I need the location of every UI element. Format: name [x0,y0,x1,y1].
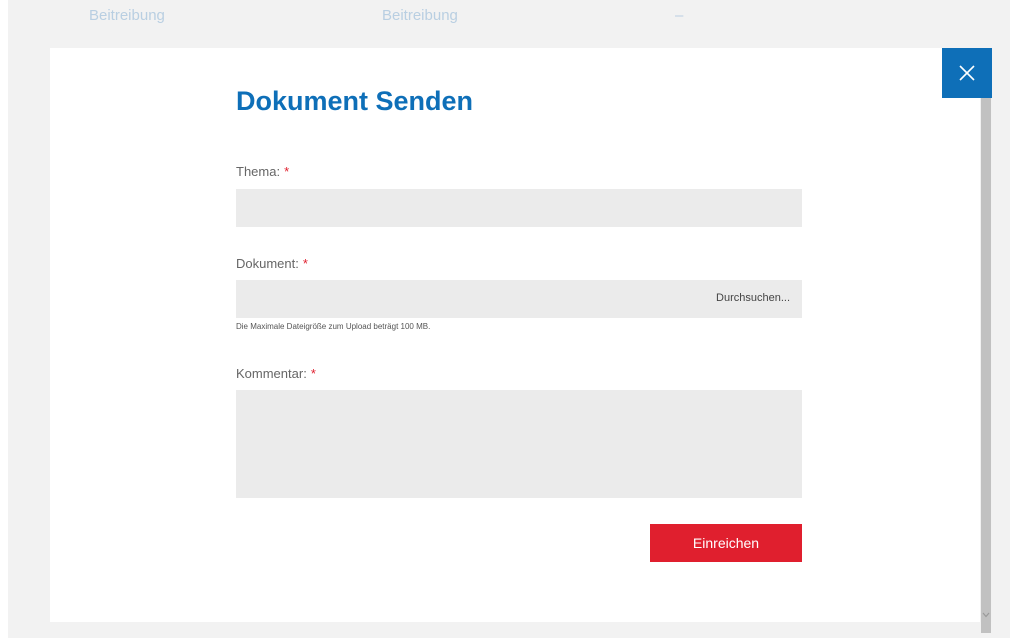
required-marker: * [302,256,308,271]
chevron-down-icon [982,612,990,618]
thema-input[interactable] [236,189,802,227]
kommentar-label-text: Kommentar: [236,366,307,381]
close-icon [959,65,975,81]
required-marker: * [284,164,290,179]
scroll-down-button[interactable] [980,608,992,622]
dialog-scrollbar[interactable] [980,98,992,633]
thema-label: Thema: * [236,164,289,179]
background-table-cell: – [675,7,684,24]
scrollbar-thumb[interactable] [981,98,991,633]
send-document-dialog: Dokument Senden Thema: * Dokument: * Durch… [50,48,992,633]
thema-label-text: Thema: [236,164,281,179]
submit-button[interactable]: Einreichen [650,524,802,562]
background-table-cell: Beitreibung [89,7,165,24]
background-table-cell: Beitreibung [382,7,458,24]
required-marker: * [310,366,316,381]
kommentar-label: Kommentar: * [236,366,316,381]
dialog-title: Dokument Senden [236,86,474,116]
close-button[interactable] [942,48,992,98]
dokument-file-input[interactable]: Durchsuchen... [236,280,802,318]
browse-button[interactable]: Durchsuchen... [716,292,790,304]
upload-size-hint: Die Maximale Dateigröße zum Upload beträ… [236,322,431,331]
kommentar-textarea[interactable] [236,390,802,498]
dokument-label-text: Dokument: [236,256,299,271]
dokument-label: Dokument: * [236,256,308,271]
